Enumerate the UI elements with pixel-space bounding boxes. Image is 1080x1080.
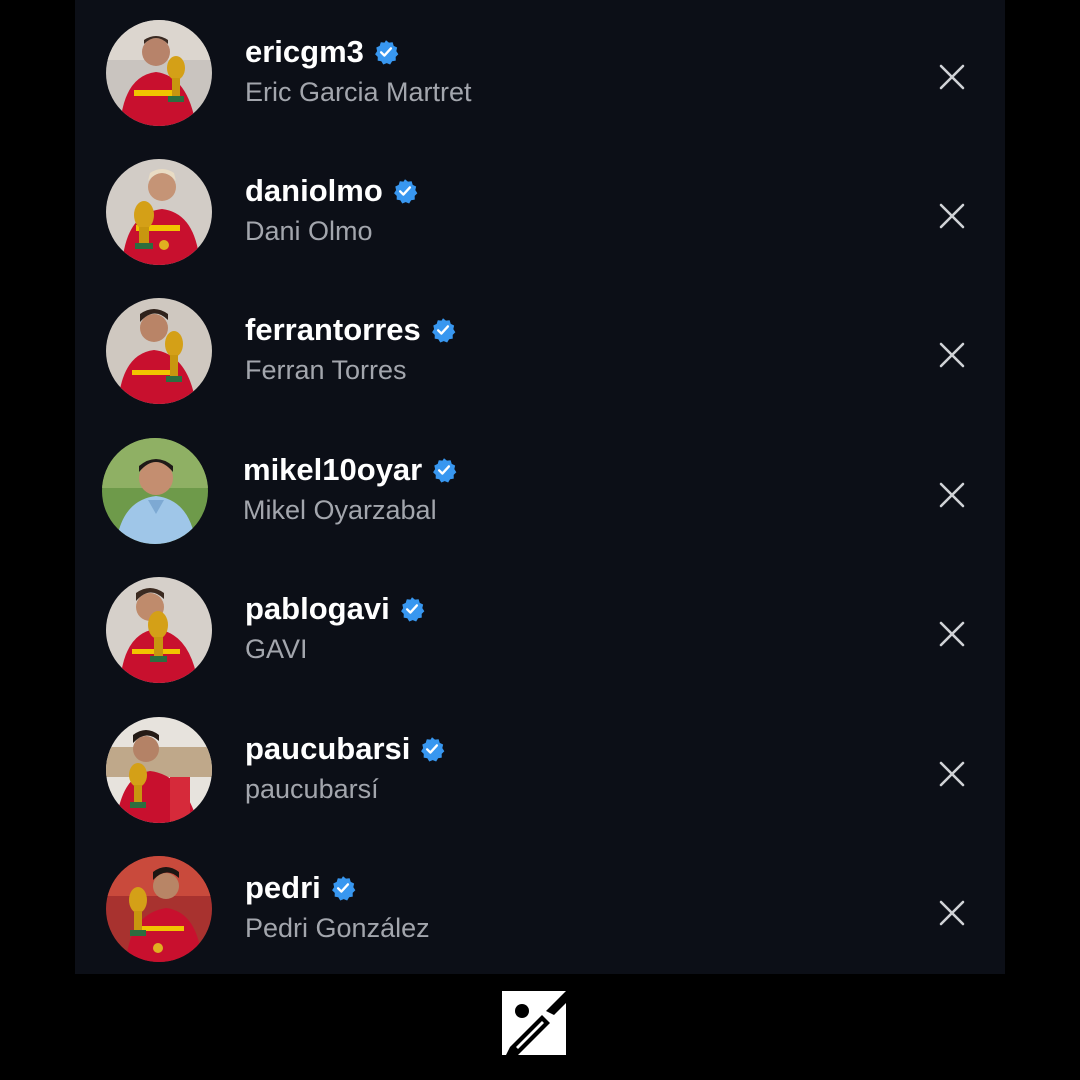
suggested-accounts-list: ericgm3 Eric Garcia Martret daniolmo Dan… [75,0,1005,974]
verified-badge-icon [374,40,399,65]
verified-badge-icon [331,876,356,901]
remove-suggestion-button[interactable] [933,58,971,96]
close-icon [939,482,965,508]
remove-suggestion-button[interactable] [933,615,971,653]
avatar[interactable] [106,159,212,265]
avatar[interactable] [102,438,208,544]
username[interactable]: mikel10oyar [243,450,422,490]
account-row-pablogavi[interactable]: pablogavi GAVI [75,559,1005,699]
full-name: Eric Garcia Martret [245,77,472,107]
account-row-paucubarsi[interactable]: paucubarsi paucubarsí [75,699,1005,839]
username[interactable]: daniolmo [245,171,383,211]
account-row-ericgm3[interactable]: ericgm3 Eric Garcia Martret [75,2,1005,142]
avatar[interactable] [106,856,212,962]
close-icon [939,900,965,926]
account-row-pedri[interactable]: pedri Pedri González [75,838,1005,978]
full-name: Pedri González [245,913,430,943]
full-name: Ferran Torres [245,355,407,385]
remove-suggestion-button[interactable] [933,894,971,932]
close-icon [939,342,965,368]
image-edit-logo-icon [502,991,566,1055]
remove-suggestion-button[interactable] [933,755,971,793]
username[interactable]: ericgm3 [245,32,364,72]
full-name: GAVI [245,634,308,664]
avatar[interactable] [106,577,212,683]
avatar[interactable] [106,20,212,126]
close-icon [939,64,965,90]
close-icon [939,621,965,647]
remove-suggestion-button[interactable] [933,197,971,235]
username[interactable]: paucubarsi [245,729,410,769]
close-icon [939,203,965,229]
verified-badge-icon [431,318,456,343]
avatar[interactable] [106,298,212,404]
username[interactable]: pablogavi [245,589,390,629]
avatar[interactable] [106,717,212,823]
account-row-daniolmo[interactable]: daniolmo Dani Olmo [75,141,1005,281]
username[interactable]: ferrantorres [245,310,421,350]
verified-badge-icon [400,597,425,622]
full-name: Dani Olmo [245,216,373,246]
full-name: paucubarsí [245,774,379,804]
username[interactable]: pedri [245,868,321,908]
account-row-ferrantorres[interactable]: ferrantorres Ferran Torres [75,280,1005,420]
account-row-mikel10oyar[interactable]: mikel10oyar Mikel Oyarzabal [75,420,1005,560]
remove-suggestion-button[interactable] [933,476,971,514]
verified-badge-icon [393,179,418,204]
verified-badge-icon [421,737,445,762]
close-icon [939,761,965,787]
remove-suggestion-button[interactable] [933,336,971,374]
full-name: Mikel Oyarzabal [243,495,437,525]
verified-badge-icon [433,458,457,483]
